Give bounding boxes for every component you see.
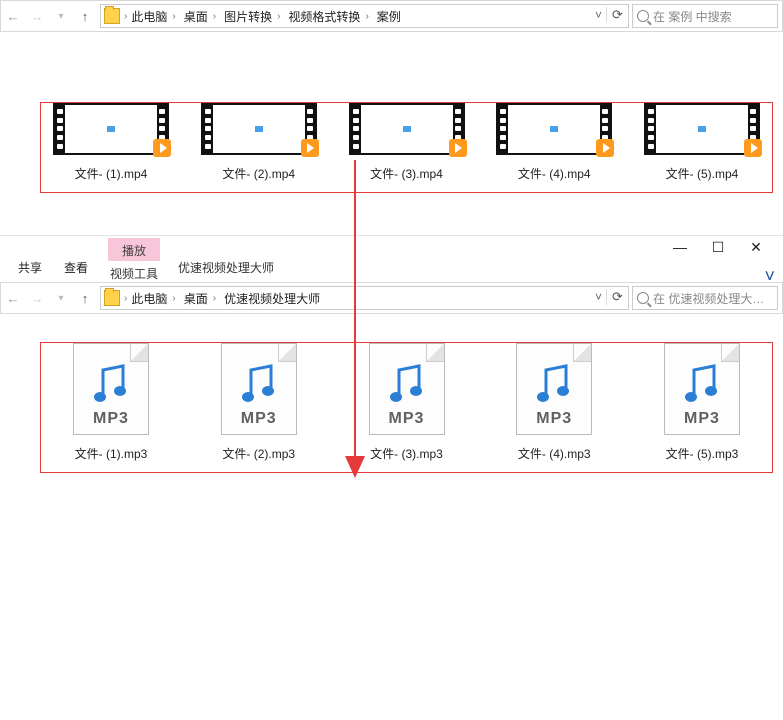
address-bar-row: ← → ▾ ↑ › 此电脑› 桌面› 优速视频处理大师 ˅ ⟳ 在 优速视频处理… <box>0 282 783 314</box>
folder-icon <box>104 8 120 24</box>
file-item[interactable]: 文件- (5).mp4 <box>636 103 768 182</box>
play-icon <box>301 139 319 157</box>
play-icon <box>153 139 171 157</box>
minimize-button[interactable]: — <box>673 240 687 254</box>
address-bar-row: ← → ▾ ↑ › 此电脑› 桌面› 图片转换› 视频格式转换› 案例 ˅ ⟳ … <box>0 0 783 32</box>
file-item[interactable]: MP3 文件- (4).mp3 <box>488 343 620 462</box>
play-icon <box>744 139 762 157</box>
breadcrumb-item[interactable]: 此电脑› <box>127 290 179 307</box>
search-icon <box>637 292 649 304</box>
tab-video-tools[interactable]: 播放 视频工具 <box>108 238 160 282</box>
breadcrumb-item[interactable]: 优速视频处理大师 <box>220 290 324 307</box>
mp3-file-icon: MP3 <box>369 343 445 435</box>
recent-dropdown-icon[interactable]: ▾ <box>49 1 73 31</box>
breadcrumb-bar[interactable]: › 此电脑› 桌面› 优速视频处理大师 ˅ ⟳ <box>100 286 629 310</box>
explorer-window-target: 共享 查看 播放 视频工具 优速视频处理大师 — ☐ ✕ ˅ ← → ▾ ↑ ›… <box>0 235 783 485</box>
file-item[interactable]: MP3 文件- (3).mp3 <box>341 343 473 462</box>
explorer-window-source: ← → ▾ ↑ › 此电脑› 桌面› 图片转换› 视频格式转换› 案例 ˅ ⟳ … <box>0 0 783 205</box>
mp3-file-icon: MP3 <box>73 343 149 435</box>
search-placeholder: 在 案例 中搜索 <box>653 8 732 25</box>
file-label: 文件- (1).mp3 <box>75 445 148 462</box>
folder-icon <box>104 290 120 306</box>
file-label: 文件- (5).mp3 <box>666 445 739 462</box>
breadcrumb-item[interactable]: 视频格式转换› <box>284 8 372 25</box>
file-label: 文件- (1).mp4 <box>75 165 148 182</box>
nav-back-button[interactable]: ← <box>1 283 25 313</box>
search-placeholder: 在 优速视频处理大… <box>653 290 764 307</box>
address-dropdown-icon[interactable]: ˅ <box>595 8 602 22</box>
file-label: 文件- (3).mp3 <box>370 445 443 462</box>
file-label: 文件- (3).mp4 <box>370 165 443 182</box>
file-item[interactable]: MP3 文件- (2).mp3 <box>193 343 325 462</box>
breadcrumb-item[interactable]: 图片转换› <box>220 8 284 25</box>
video-thumbnail <box>644 103 760 155</box>
file-label: 文件- (4).mp3 <box>518 445 591 462</box>
file-item[interactable]: 文件- (1).mp4 <box>45 103 177 182</box>
file-item[interactable]: 文件- (4).mp4 <box>488 103 620 182</box>
ribbon-tabs: 共享 查看 播放 视频工具 优速视频处理大师 — ☐ ✕ ˅ <box>0 236 783 282</box>
window-title: 优速视频处理大师 <box>178 259 274 282</box>
mp3-file-icon: MP3 <box>664 343 740 435</box>
close-button[interactable]: ✕ <box>749 240 763 254</box>
file-label: 文件- (2).mp4 <box>222 165 295 182</box>
file-label: 文件- (5).mp4 <box>666 165 739 182</box>
ribbon-expand-icon[interactable]: ˅ <box>764 266 775 287</box>
maximize-button[interactable]: ☐ <box>711 240 725 254</box>
file-grid: MP3 文件- (1).mp3 MP3 文件- (2).mp3 MP3 文件- … <box>0 314 783 485</box>
tab-share[interactable]: 共享 <box>16 253 44 282</box>
video-thumbnail <box>201 103 317 155</box>
file-grid: 文件- (1).mp4 文件- (2).mp4 文件- (3).mp4 文件- … <box>0 32 783 205</box>
nav-up-button[interactable]: ↑ <box>73 1 97 31</box>
search-icon <box>637 10 649 22</box>
breadcrumb-item[interactable]: 桌面› <box>180 8 220 25</box>
file-item[interactable]: 文件- (3).mp4 <box>341 103 473 182</box>
tab-view[interactable]: 查看 <box>62 253 90 282</box>
video-thumbnail <box>53 103 169 155</box>
nav-back-button[interactable]: ← <box>1 1 25 31</box>
play-sub-label: 视频工具 <box>110 263 158 282</box>
search-input[interactable]: 在 优速视频处理大… <box>632 286 778 310</box>
play-tab-label: 播放 <box>108 238 160 261</box>
nav-forward-button[interactable]: → <box>25 283 49 313</box>
breadcrumb-item[interactable]: 案例 <box>373 8 405 25</box>
mp3-file-icon: MP3 <box>516 343 592 435</box>
selection-highlight-box: 文件- (1).mp4 文件- (2).mp4 文件- (3).mp4 文件- … <box>40 102 773 193</box>
video-thumbnail <box>496 103 612 155</box>
search-input[interactable]: 在 案例 中搜索 <box>632 4 778 28</box>
file-item[interactable]: MP3 文件- (5).mp3 <box>636 343 768 462</box>
video-thumbnail <box>349 103 465 155</box>
play-icon <box>596 139 614 157</box>
breadcrumb-item[interactable]: 桌面› <box>180 290 220 307</box>
address-dropdown-icon[interactable]: ˅ <box>595 290 602 304</box>
refresh-button[interactable]: ⟳ <box>606 7 624 23</box>
play-icon <box>449 139 467 157</box>
selection-highlight-box: MP3 文件- (1).mp3 MP3 文件- (2).mp3 MP3 文件- … <box>40 342 773 473</box>
file-item[interactable]: MP3 文件- (1).mp3 <box>45 343 177 462</box>
nav-forward-button[interactable]: → <box>25 1 49 31</box>
refresh-button[interactable]: ⟳ <box>606 289 624 305</box>
file-label: 文件- (4).mp4 <box>518 165 591 182</box>
breadcrumb-item[interactable]: 此电脑› <box>127 8 179 25</box>
breadcrumb-bar[interactable]: › 此电脑› 桌面› 图片转换› 视频格式转换› 案例 ˅ ⟳ <box>100 4 629 28</box>
nav-up-button[interactable]: ↑ <box>73 283 97 313</box>
recent-dropdown-icon[interactable]: ▾ <box>49 283 73 313</box>
file-item[interactable]: 文件- (2).mp4 <box>193 103 325 182</box>
mp3-file-icon: MP3 <box>221 343 297 435</box>
file-label: 文件- (2).mp3 <box>222 445 295 462</box>
